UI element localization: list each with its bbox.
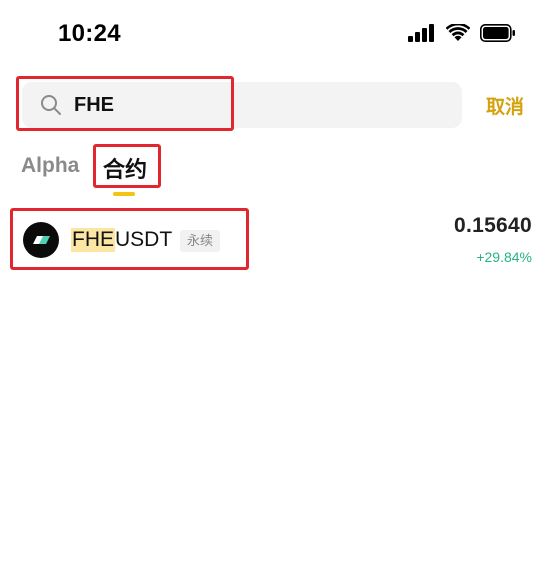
pair-name-rest: USDT — [115, 228, 173, 251]
status-time: 10:24 — [58, 20, 121, 47]
fhe-coin-logo-icon — [23, 222, 59, 258]
pair-name-match: FHE — [71, 228, 115, 252]
search-input[interactable] — [74, 82, 434, 128]
cancel-button[interactable]: 取消 — [486, 92, 524, 119]
pair-name: FHE USDT — [71, 228, 172, 252]
tab-alpha[interactable]: Alpha — [21, 154, 79, 178]
perpetual-badge: 永续 — [180, 230, 221, 252]
wifi-icon — [445, 22, 471, 47]
tab-contract[interactable]: 合约 — [103, 152, 147, 184]
search-result-row[interactable]: FHE USDT 永续 0.15640 +29.84% — [0, 208, 554, 272]
last-price: 0.15640 — [453, 214, 532, 237]
status-icons — [408, 22, 516, 47]
search-box[interactable] — [22, 82, 462, 128]
cellular-signal-icon — [408, 24, 436, 47]
search-icon — [40, 94, 62, 116]
active-tab-indicator — [113, 192, 135, 196]
price-change-percent: +29.84% — [476, 249, 532, 265]
status-bar: 10:24 — [0, 0, 554, 70]
battery-icon — [480, 24, 516, 47]
